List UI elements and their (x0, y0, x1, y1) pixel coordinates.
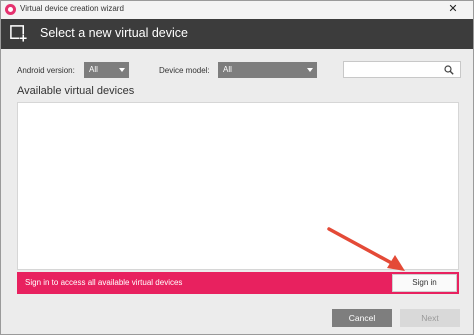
cancel-button[interactable]: Cancel (332, 309, 392, 327)
add-device-icon (10, 25, 28, 43)
android-version-select[interactable]: All (84, 62, 129, 78)
device-model-value: All (223, 65, 232, 74)
close-button[interactable]: ✕ (437, 2, 469, 16)
title-bar: Virtual device creation wizard ✕ (1, 1, 473, 19)
device-model-label: Device model: (159, 66, 210, 75)
wizard-window: Virtual device creation wizard ✕ Select … (0, 0, 474, 335)
search-icon[interactable] (444, 65, 454, 75)
chevron-down-icon (119, 68, 125, 72)
device-model-select[interactable]: All (218, 62, 317, 78)
sign-in-button[interactable]: Sign in (392, 274, 457, 292)
available-devices-heading: Available virtual devices (17, 85, 135, 97)
chevron-down-icon (307, 68, 313, 72)
next-button[interactable]: Next (400, 309, 460, 327)
signin-banner: Sign in to access all available virtual … (17, 272, 459, 294)
app-logo-icon (5, 4, 16, 15)
android-version-label: Android version: (17, 66, 75, 75)
header-band: Select a new virtual device (1, 19, 473, 49)
page-title: Select a new virtual device (40, 26, 188, 40)
search-input[interactable] (343, 61, 461, 78)
signin-message: Sign in to access all available virtual … (25, 278, 183, 287)
annotation-arrow-icon (327, 227, 405, 271)
window-title: Virtual device creation wizard (20, 4, 124, 13)
android-version-value: All (89, 65, 98, 74)
